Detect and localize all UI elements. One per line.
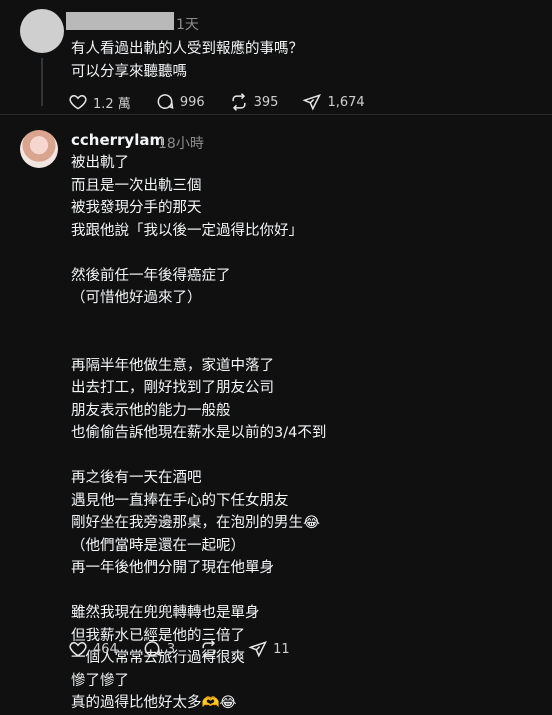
like-count: 464	[93, 641, 118, 657]
heart-icon	[69, 94, 87, 110]
like-count: 1.2 萬	[93, 96, 131, 112]
thread-line	[41, 58, 43, 106]
share-count: 11	[273, 641, 290, 657]
reply-username[interactable]: ccherrylam	[71, 131, 165, 149]
post-actions: 1.2 萬 996 395 1,674	[68, 92, 389, 112]
reply-time: 18小時	[158, 136, 204, 152]
username-redacted	[66, 12, 174, 30]
divider	[0, 114, 552, 115]
post-time: 1天	[176, 17, 199, 33]
heart-icon	[69, 641, 87, 657]
repost-icon	[202, 640, 216, 658]
share-count: 1,674	[327, 94, 365, 110]
comment-icon	[157, 94, 174, 110]
send-icon	[248, 641, 268, 658]
avatar[interactable]	[20, 9, 64, 53]
comment-count: 996	[179, 94, 205, 110]
reply-text: 被出軌了 而且是一次出軌三個 被我發現分手的那天 我跟他說「我以後一定過得比你好…	[71, 155, 327, 711]
send-icon	[302, 94, 322, 111]
reply-avatar[interactable]	[20, 130, 58, 168]
like-button[interactable]: 464	[68, 639, 118, 659]
share-button[interactable]: 11	[248, 639, 290, 659]
repost-icon	[232, 93, 246, 111]
reply-actions: 464 3 11	[68, 639, 314, 659]
share-button[interactable]: 1,674	[302, 92, 365, 112]
comment-button[interactable]: 3	[142, 639, 175, 659]
repost-button[interactable]	[199, 639, 224, 659]
repost-count: 395	[253, 94, 279, 110]
comment-icon	[144, 641, 161, 657]
post-text: 有人看過出軌的人受到報應的事嗎？ 可以分享來聽聽嗎	[71, 41, 303, 80]
like-button[interactable]: 1.2 萬	[68, 92, 131, 112]
comment-button[interactable]: 996	[155, 92, 205, 112]
comment-count: 3	[166, 641, 176, 657]
repost-button[interactable]: 395	[229, 92, 279, 112]
